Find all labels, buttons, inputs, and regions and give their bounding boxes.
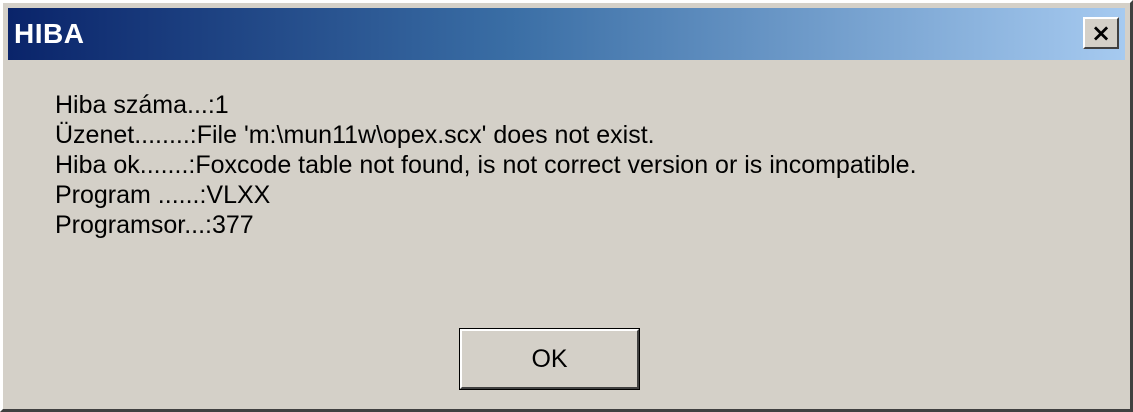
error-dialog: HIBA × Hiba száma...:1 Üzenet........:Fi… bbox=[0, 0, 1133, 412]
program-line-number: Programsor...:377 bbox=[55, 211, 254, 239]
ok-button[interactable]: OK bbox=[459, 328, 640, 390]
close-icon: × bbox=[1090, 19, 1112, 47]
window-title: HIBA bbox=[14, 18, 85, 49]
close-button[interactable]: × bbox=[1083, 17, 1119, 49]
error-cause-line: Hiba ok.......:Foxcode table not found, … bbox=[55, 151, 917, 179]
error-message-line: Üzenet........:File 'm:\mun11w\opex.scx'… bbox=[55, 121, 655, 149]
program-line: Program ......:VLXX bbox=[55, 181, 271, 209]
title-bar[interactable]: HIBA × bbox=[8, 8, 1125, 60]
error-number-line: Hiba száma...:1 bbox=[55, 91, 229, 119]
error-message: Hiba száma...:1 Üzenet........:File 'm:\… bbox=[55, 90, 917, 240]
